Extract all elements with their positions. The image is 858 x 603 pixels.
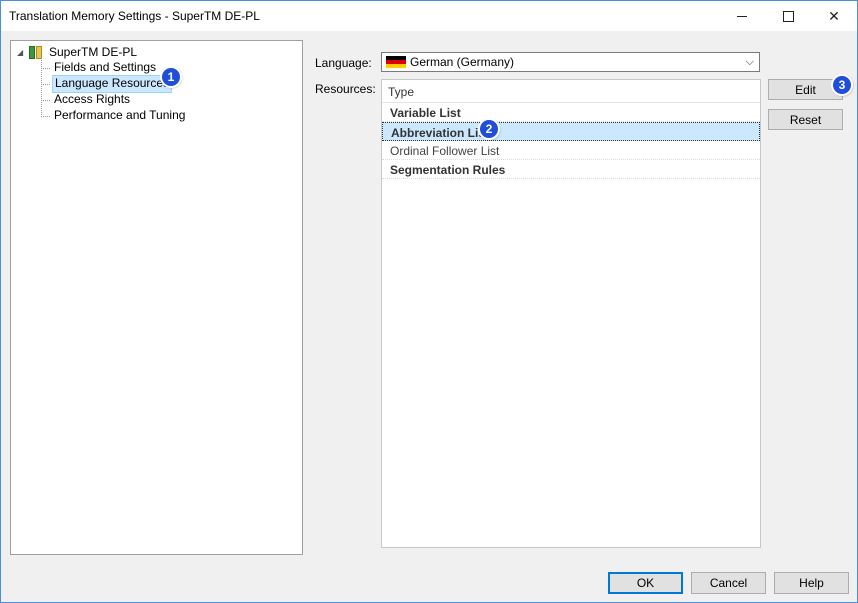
tree-item-performance-and-tuning[interactable]: Performance and Tuning <box>52 108 187 124</box>
maximize-icon <box>782 10 794 22</box>
edit-button[interactable]: Edit <box>768 79 843 100</box>
language-dropdown[interactable]: German (Germany) ⌵ <box>381 52 760 72</box>
cancel-button[interactable]: Cancel <box>691 572 766 594</box>
resources-label: Resources: <box>315 82 376 96</box>
dialog-window: Translation Memory Settings - SuperTM DE… <box>0 0 858 603</box>
reset-button[interactable]: Reset <box>768 109 843 130</box>
resource-row-ordinal-follower-list[interactable]: Ordinal Follower List <box>382 141 760 160</box>
chevron-down-icon[interactable]: ⌵ <box>746 56 754 69</box>
settings-tree[interactable]: ◢ SuperTM DE-PL Fields and Settings Lang… <box>10 40 303 555</box>
column-header-type: Type <box>388 85 415 99</box>
ok-button[interactable]: OK <box>608 572 683 594</box>
callout-badge-1: 1 <box>162 68 180 86</box>
resources-column-header[interactable]: Type <box>382 80 760 103</box>
tree-item-access-rights[interactable]: Access Rights <box>52 92 132 108</box>
callout-badge-2: 2 <box>480 120 498 138</box>
help-button[interactable]: Help <box>774 572 849 594</box>
close-button[interactable]: ✕ <box>811 1 857 31</box>
resource-row-variable-list[interactable]: Variable List <box>382 103 760 122</box>
tree-item-language-resources[interactable]: Language Resources <box>52 75 173 93</box>
minimize-button[interactable] <box>719 1 765 31</box>
callout-badge-3: 3 <box>833 76 851 94</box>
tree-root-label: SuperTM DE-PL <box>49 45 138 59</box>
title-bar: Translation Memory Settings - SuperTM DE… <box>1 1 857 31</box>
tree-item-fields-and-settings[interactable]: Fields and Settings <box>52 60 158 76</box>
german-flag-icon <box>386 56 406 68</box>
tree-root[interactable]: ◢ SuperTM DE-PL <box>17 44 137 60</box>
window-title: Translation Memory Settings - SuperTM DE… <box>9 9 260 23</box>
maximize-button[interactable] <box>765 1 811 31</box>
minimize-icon <box>737 15 747 17</box>
tree-connector <box>41 57 42 117</box>
collapse-icon[interactable]: ◢ <box>17 48 29 57</box>
resource-row-abbreviation-list[interactable]: Abbreviation List <box>382 122 760 141</box>
resources-list[interactable]: Type Variable List Abbreviation List Ord… <box>381 79 761 548</box>
language-label: Language: <box>315 56 372 70</box>
language-value: German (Germany) <box>410 55 515 69</box>
resource-row-segmentation-rules[interactable]: Segmentation Rules <box>382 160 760 179</box>
close-icon: ✕ <box>828 7 840 24</box>
